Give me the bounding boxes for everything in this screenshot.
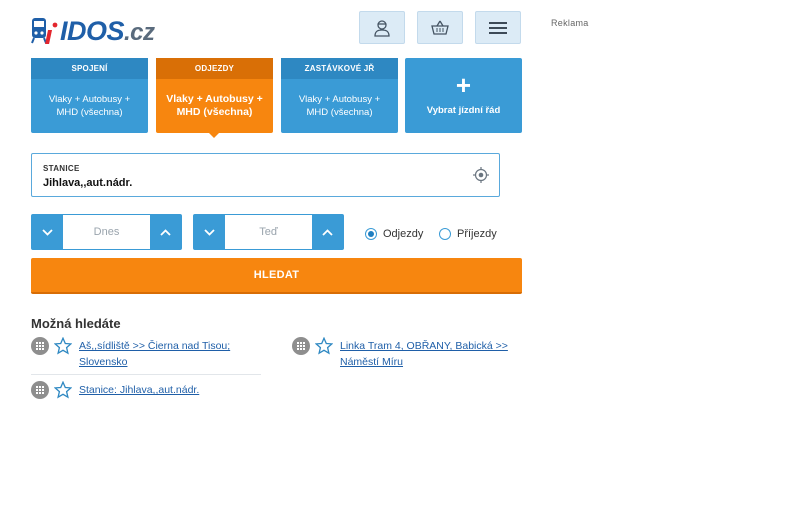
suggestion-divider <box>31 374 261 375</box>
train-logo-icon <box>31 18 58 44</box>
user-icon <box>374 19 390 37</box>
radio-odjezdy[interactable]: Odjezdy <box>365 228 423 240</box>
suggestion-item: Linka Tram 4, OBŘANY, Babická >> Náměstí… <box>292 337 510 370</box>
star-icon[interactable] <box>315 337 333 355</box>
suggestion-item: Stanice: Jihlava,,aut.nádr. <box>31 381 199 399</box>
chevron-down-icon <box>204 228 215 236</box>
suggestions-title: Možná hledáte <box>31 316 121 331</box>
timetable-grid-icon[interactable] <box>31 381 49 399</box>
tile-spojeni[interactable]: SPOJENÍ Vlaky + Autobusy + MHD (všechna) <box>31 58 148 133</box>
suggestion-item: Aš,,sídliště >> Čierna nad Tisou; Sloven… <box>31 337 254 370</box>
suggestion-link[interactable]: Linka Tram 4, OBŘANY, Babická >> Náměstí… <box>340 338 510 370</box>
tile-subtitle: Vlaky + Autobusy + MHD (všechna) <box>48 94 131 118</box>
station-field[interactable]: STANICE Jihlava,,aut.nádr. <box>31 153 500 197</box>
radio-checked-icon <box>365 228 377 240</box>
tile-odjezdy[interactable]: ODJEZDY Vlaky + Autobusy + MHD (všechna) <box>156 58 273 133</box>
search-button[interactable]: HLEDAT <box>31 258 522 294</box>
suggestion-link[interactable]: Aš,,sídliště >> Čierna nad Tisou; Sloven… <box>79 338 254 370</box>
idos-logo[interactable]: IDOS.cz <box>31 14 155 48</box>
time-value[interactable]: Teď <box>225 215 312 249</box>
ad-label: Reklama <box>551 18 589 28</box>
station-input[interactable]: Jihlava,,aut.nádr. <box>43 177 132 189</box>
timetable-grid-icon[interactable] <box>292 337 310 355</box>
radio-label: Odjezdy <box>383 228 424 240</box>
time-next-button[interactable] <box>312 215 343 249</box>
tile-subtitle: Vlaky + Autobusy + MHD (všechna) <box>166 93 263 118</box>
radio-prijezdy[interactable]: Příjezdy <box>439 228 497 240</box>
station-label: STANICE <box>43 164 80 173</box>
logo-brand: IDOS <box>60 15 125 46</box>
tile-title: ZASTÁVKOVÉ JŘ <box>281 58 398 79</box>
hamburger-menu-icon <box>489 21 507 34</box>
select-timetable-label: Vybrat jízdní řád <box>426 105 501 116</box>
chevron-down-icon <box>42 228 53 236</box>
menu-button[interactable] <box>475 11 521 44</box>
star-icon[interactable] <box>54 381 72 399</box>
suggestion-link[interactable]: Stanice: Jihlava,,aut.nádr. <box>79 382 199 398</box>
date-picker: Dnes <box>31 214 182 250</box>
logo-tld: .cz <box>124 18 155 46</box>
basket-icon <box>431 20 449 35</box>
time-prev-button[interactable] <box>194 215 225 249</box>
radio-label: Příjezdy <box>457 228 497 240</box>
active-tile-pointer <box>208 132 220 138</box>
date-next-button[interactable] <box>150 215 181 249</box>
tile-subtitle: Vlaky + Autobusy + MHD (všechna) <box>298 94 381 118</box>
tile-zastavkove-jr[interactable]: ZASTÁVKOVÉ JŘ Vlaky + Autobusy + MHD (vš… <box>281 58 398 133</box>
date-value[interactable]: Dnes <box>63 215 150 249</box>
user-account-button[interactable] <box>359 11 405 44</box>
select-timetable-tile[interactable]: + Vybrat jízdní řád <box>405 58 522 133</box>
chevron-up-icon <box>322 228 333 236</box>
radio-unchecked-icon <box>439 228 451 240</box>
tile-title: SPOJENÍ <box>31 58 148 79</box>
chevron-up-icon <box>160 228 171 236</box>
time-picker: Teď <box>193 214 344 250</box>
basket-button[interactable] <box>417 11 463 44</box>
timetable-grid-icon[interactable] <box>31 337 49 355</box>
star-icon[interactable] <box>54 337 72 355</box>
tile-title: ODJEZDY <box>156 58 273 79</box>
date-prev-button[interactable] <box>32 215 63 249</box>
locate-icon[interactable] <box>473 167 489 183</box>
plus-icon: + <box>455 70 472 100</box>
